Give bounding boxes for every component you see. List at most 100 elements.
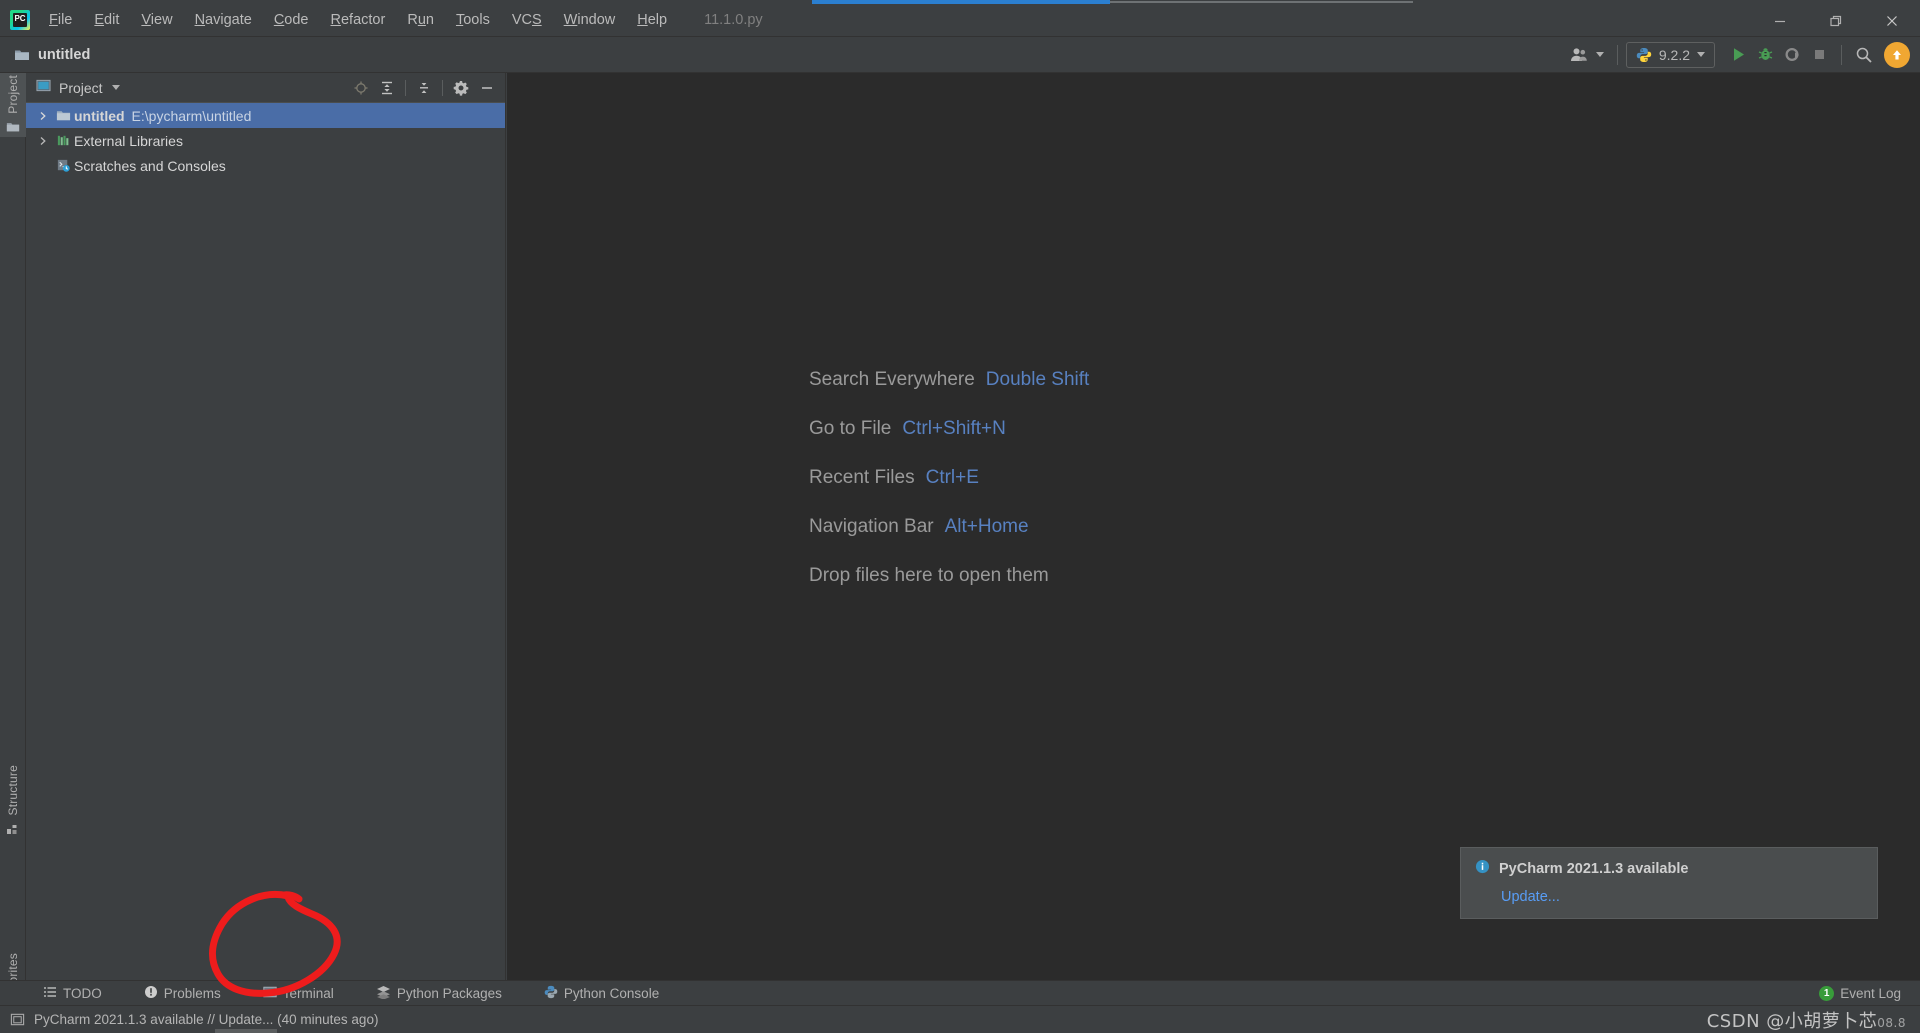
packages-icon bbox=[376, 985, 391, 1002]
welcome-row-drop-files: Drop files here to open them bbox=[809, 551, 1089, 600]
menu-file[interactable]: File bbox=[38, 9, 83, 31]
menu-code[interactable]: Code bbox=[263, 9, 320, 31]
welcome-hints: Search Everywhere Double Shift Go to Fil… bbox=[809, 355, 1089, 600]
toolbar-separator bbox=[1616, 44, 1618, 65]
chevron-right-icon[interactable] bbox=[34, 136, 52, 146]
welcome-row-navigation-bar: Navigation Bar Alt+Home bbox=[809, 502, 1089, 551]
watermark-text: CSDN @小胡萝卜芯 bbox=[1706, 1010, 1878, 1032]
bottom-tab-python-console[interactable]: Python Console bbox=[535, 983, 668, 1004]
terminal-icon bbox=[263, 985, 277, 1002]
welcome-label: Go to File bbox=[809, 417, 892, 439]
menu-navigate[interactable]: Navigate bbox=[184, 9, 263, 31]
notification-update-link[interactable]: Update... bbox=[1501, 889, 1560, 905]
stop-button[interactable] bbox=[1806, 41, 1833, 69]
user-settings-button[interactable] bbox=[1565, 41, 1609, 69]
project-panel-title: Project bbox=[59, 79, 103, 96]
toolbar-separator-2 bbox=[1841, 44, 1842, 65]
menu-edit[interactable]: Edit bbox=[83, 9, 130, 31]
settings-gear-icon[interactable] bbox=[449, 76, 473, 100]
menu-window[interactable]: Window bbox=[553, 9, 627, 31]
search-everywhere-button[interactable] bbox=[1850, 41, 1878, 69]
event-log-label: Event Log bbox=[1840, 985, 1901, 1001]
update-button[interactable] bbox=[1884, 41, 1910, 68]
current-file-label: 11.1.0.py bbox=[704, 12, 763, 28]
welcome-label: Search Everywhere bbox=[809, 368, 975, 390]
status-message: PyCharm 2021.1.3 available // Update... … bbox=[34, 1012, 379, 1027]
bottom-tab-label: Problems bbox=[163, 985, 221, 1001]
tree-item-label: Scratches and Consoles bbox=[74, 157, 226, 174]
bottom-tab-label: Terminal bbox=[282, 985, 334, 1001]
bottom-tab-label: Python Console bbox=[563, 985, 660, 1001]
scratches-icon bbox=[52, 158, 74, 173]
menu-vcs[interactable]: VCS bbox=[501, 9, 553, 31]
pycharm-window: File Edit View Navigate Code Refactor Ru… bbox=[0, 0, 1920, 1033]
menu-help[interactable]: Help bbox=[626, 9, 678, 31]
project-panel-header: Project bbox=[26, 73, 505, 103]
header-divider-2 bbox=[442, 79, 443, 96]
event-log-badge: 1 bbox=[1819, 985, 1835, 1001]
expand-all-icon[interactable] bbox=[375, 76, 399, 100]
status-bar: PyCharm 2021.1.3 available // Update... … bbox=[0, 1005, 1920, 1033]
tree-item-external-libraries[interactable]: External Libraries bbox=[26, 128, 505, 153]
bottom-tab-python-packages[interactable]: Python Packages bbox=[367, 983, 511, 1004]
tree-item-scratches[interactable]: Scratches and Consoles bbox=[26, 153, 505, 178]
notification-balloon[interactable]: PyCharm 2021.1.3 available Update... bbox=[1460, 847, 1878, 919]
welcome-shortcut: Double Shift bbox=[985, 368, 1090, 390]
event-log-button[interactable]: 1 Event Log bbox=[1810, 984, 1910, 1003]
welcome-row-recent-files: Recent Files Ctrl+E bbox=[809, 453, 1089, 502]
bottom-tab-terminal[interactable]: Terminal bbox=[254, 983, 343, 1004]
locate-icon[interactable] bbox=[349, 76, 373, 100]
menu-view[interactable]: View bbox=[130, 9, 183, 31]
pycharm-logo-icon bbox=[10, 10, 30, 30]
welcome-label: Recent Files bbox=[809, 466, 915, 488]
welcome-row-search-everywhere: Search Everywhere Double Shift bbox=[809, 355, 1089, 404]
chevron-right-icon[interactable] bbox=[34, 111, 52, 121]
watermark: CSDN @小胡萝卜芯08.8 bbox=[1707, 1007, 1920, 1033]
sidebar-tab-structure[interactable]: Structure bbox=[0, 763, 26, 839]
bottom-tab-problems[interactable]: Problems bbox=[135, 983, 230, 1004]
bottom-tab-label: TODO bbox=[63, 985, 102, 1001]
coverage-button[interactable] bbox=[1779, 41, 1806, 69]
header-divider bbox=[405, 79, 406, 96]
problems-icon bbox=[144, 985, 158, 1002]
sidebar-tab-project-label: Project bbox=[6, 75, 20, 114]
welcome-shortcut: Alt+Home bbox=[944, 515, 1029, 537]
sidebar-tab-project[interactable]: Project bbox=[0, 73, 26, 137]
notification-header: PyCharm 2021.1.3 available bbox=[1475, 859, 1863, 879]
close-button[interactable] bbox=[1864, 4, 1920, 37]
watermark-suffix: 08.8 bbox=[1877, 1015, 1906, 1030]
info-icon bbox=[1475, 859, 1490, 879]
tree-item-path: E:\pycharm\untitled bbox=[131, 107, 252, 124]
project-title: untitled bbox=[38, 46, 91, 63]
project-tool-window: Project untitled E:\pycharm\untitled Ext… bbox=[26, 73, 506, 997]
editor-area[interactable]: Search Everywhere Double Shift Go to Fil… bbox=[507, 73, 1920, 997]
scroll-nub[interactable] bbox=[215, 1029, 277, 1033]
hide-panel-icon[interactable] bbox=[475, 76, 499, 100]
python-icon bbox=[1636, 47, 1652, 62]
tree-item-label: External Libraries bbox=[74, 132, 183, 149]
bottom-tool-window-bar: TODO Problems Terminal Python Packages P… bbox=[0, 980, 1920, 1005]
welcome-label: Drop files here to open them bbox=[809, 564, 1049, 586]
library-icon bbox=[52, 133, 74, 148]
chevron-down-icon bbox=[1595, 52, 1604, 57]
tree-item-untitled[interactable]: untitled E:\pycharm\untitled bbox=[26, 103, 505, 128]
collapse-all-icon[interactable] bbox=[412, 76, 436, 100]
chevron-down-icon[interactable] bbox=[111, 85, 120, 90]
welcome-label: Navigation Bar bbox=[809, 515, 934, 537]
menu-refactor[interactable]: Refactor bbox=[320, 9, 397, 31]
project-tree: untitled E:\pycharm\untitled External Li… bbox=[26, 103, 505, 178]
project-window-icon bbox=[36, 78, 51, 98]
minimize-button[interactable] bbox=[1752, 4, 1808, 37]
bottom-tab-todo[interactable]: TODO bbox=[34, 983, 111, 1004]
notification-title: PyCharm 2021.1.3 available bbox=[1499, 861, 1689, 877]
left-tool-window-bar: Project Structure Favorites bbox=[0, 73, 26, 1023]
interpreter-selector[interactable]: 9.2.2 bbox=[1625, 41, 1715, 68]
memory-icon[interactable] bbox=[10, 1012, 25, 1027]
python-icon bbox=[544, 985, 558, 1002]
run-button[interactable] bbox=[1725, 41, 1752, 69]
menu-tools[interactable]: Tools bbox=[445, 9, 501, 31]
debug-button[interactable] bbox=[1752, 41, 1779, 69]
project-panel-header-buttons bbox=[349, 76, 499, 100]
menu-run[interactable]: Run bbox=[396, 9, 445, 31]
restore-button[interactable] bbox=[1808, 4, 1864, 37]
